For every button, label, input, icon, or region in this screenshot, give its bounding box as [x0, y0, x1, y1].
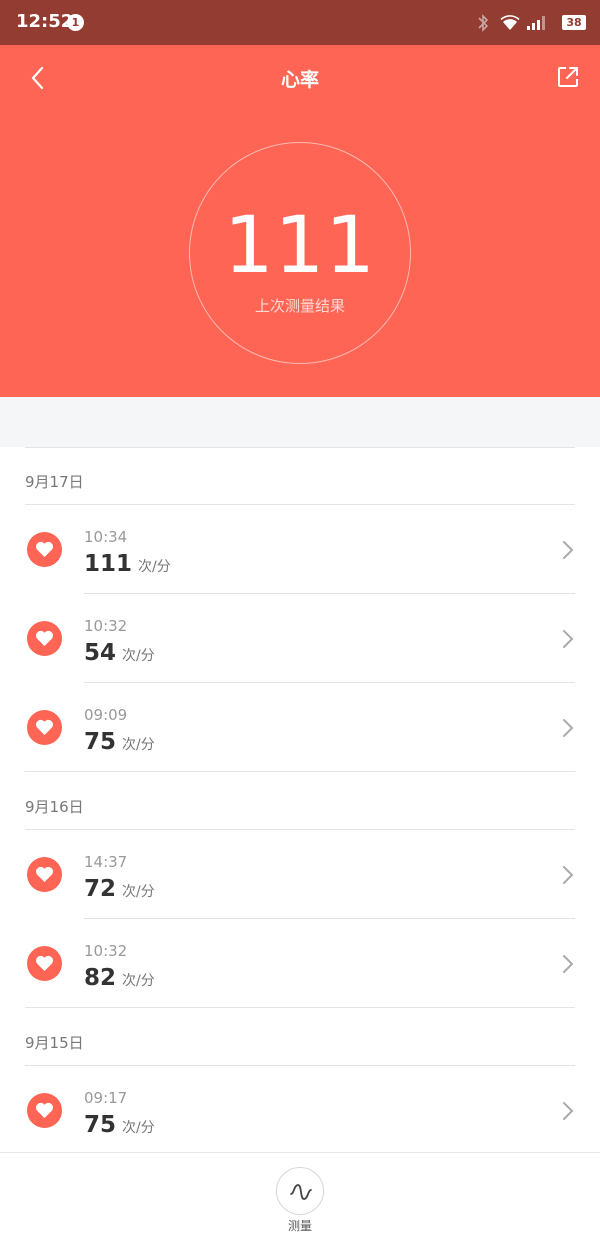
status-time: 12:52: [16, 11, 74, 32]
measure-time: 09:09: [84, 706, 128, 724]
date-header: 9月16日: [25, 772, 575, 830]
measure-time: 10:32: [84, 617, 128, 635]
heart-rate-value: 82 次/分: [84, 965, 155, 991]
bluetooth-icon: [478, 14, 489, 32]
last-result-circle: 111 上次测量结果: [189, 142, 411, 364]
list-item[interactable]: 10:32 82 次/分: [0, 919, 600, 1008]
pulse-wave-icon: [290, 1184, 312, 1200]
battery-icon: 38: [562, 15, 586, 30]
date-label: 9月17日: [25, 473, 84, 491]
bpm-number: 111: [84, 551, 133, 577]
bpm-number: 75: [84, 729, 117, 755]
bpm-unit: 次/分: [138, 559, 171, 575]
heart-rate-value: 54 次/分: [84, 640, 155, 666]
signal-icon: [527, 16, 545, 30]
heart-icon: [27, 532, 62, 567]
bpm-number: 72: [84, 876, 117, 902]
heart-icon: [27, 1093, 62, 1128]
measure-button[interactable]: [276, 1167, 324, 1215]
heart-rate-value: 75 次/分: [84, 1112, 155, 1138]
measure-time: 10:32: [84, 942, 128, 960]
bpm-number: 54: [84, 640, 117, 666]
bpm-number: 82: [84, 965, 117, 991]
list-item[interactable]: 09:09 75 次/分: [0, 683, 600, 772]
chevron-right-icon: [563, 955, 574, 973]
bottom-bar: 测量: [0, 1152, 600, 1246]
measure-time: 14:37: [84, 853, 128, 871]
heart-icon: [27, 946, 62, 981]
last-result-caption: 上次测量结果: [254, 297, 345, 315]
date-header: 9月17日: [25, 447, 575, 505]
list-item[interactable]: 10:34 111 次/分: [0, 505, 600, 594]
list-item[interactable]: 10:32 54 次/分: [0, 594, 600, 683]
measure-time: 10:34: [84, 528, 128, 546]
status-bar: 12:52 1 38: [0, 0, 600, 45]
wifi-icon: [500, 15, 520, 30]
bpm-unit: 次/分: [122, 1120, 155, 1136]
bpm-unit: 次/分: [122, 884, 155, 900]
bpm-unit: 次/分: [122, 737, 155, 753]
date-label: 9月15日: [25, 1034, 84, 1052]
notification-badge: 1: [67, 14, 84, 31]
date-label: 9月16日: [25, 798, 84, 816]
last-heart-rate-value: 111: [224, 201, 376, 291]
heart-rate-value: 75 次/分: [84, 729, 155, 755]
chevron-right-icon: [563, 719, 574, 737]
page-title: 心率: [280, 69, 319, 91]
heart-rate-value: 111 次/分: [84, 551, 171, 577]
heart-icon: [27, 621, 62, 656]
bpm-number: 75: [84, 1112, 117, 1138]
heart-rate-value: 72 次/分: [84, 876, 155, 902]
chevron-right-icon: [563, 1102, 574, 1120]
header: 心率 111 上次测量结果: [0, 45, 600, 397]
heart-icon: [27, 857, 62, 892]
list-item[interactable]: 09:17 75 次/分: [0, 1066, 600, 1155]
bpm-unit: 次/分: [122, 973, 155, 989]
chevron-right-icon: [563, 630, 574, 648]
share-icon[interactable]: [556, 65, 580, 89]
chevron-right-icon: [563, 541, 574, 559]
date-header: 9月15日: [25, 1008, 575, 1066]
measure-label: 测量: [287, 1219, 312, 1233]
section-gap: [0, 397, 600, 447]
chevron-right-icon: [563, 866, 574, 884]
measure-time: 09:17: [84, 1089, 128, 1107]
bpm-unit: 次/分: [122, 648, 155, 664]
list-item[interactable]: 14:37 72 次/分: [0, 830, 600, 919]
heart-icon: [27, 710, 62, 745]
